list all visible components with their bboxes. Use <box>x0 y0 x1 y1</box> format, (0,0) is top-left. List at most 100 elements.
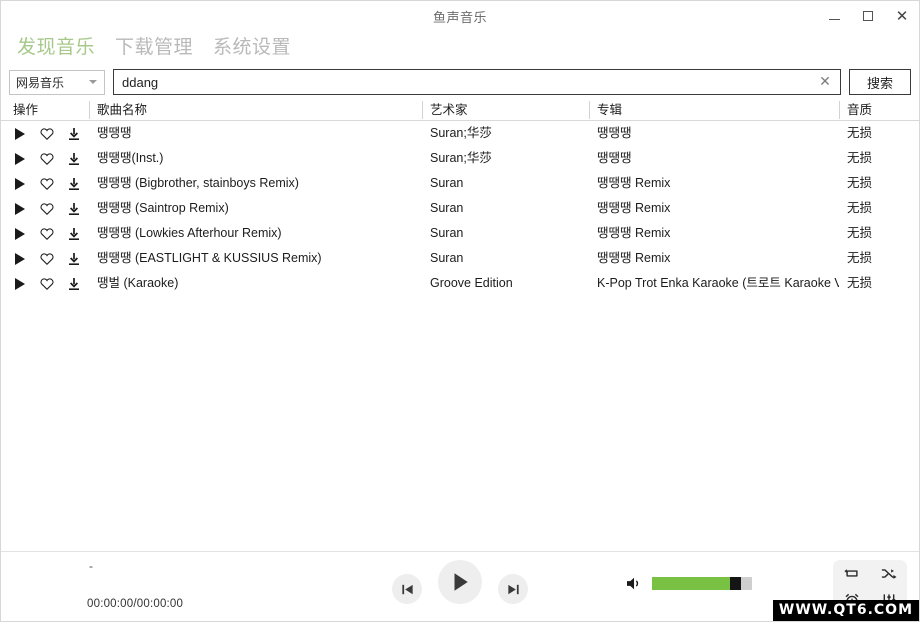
cell-album: 땡땡땡 Remix <box>597 201 671 215</box>
cell-title: 땡벌 (Karaoke) <box>97 276 179 290</box>
results-table: 操作 歌曲名称 艺术家 专辑 音质 땡땡땡 Suran;华莎 땡땡땡 无损 땡땡… <box>1 99 919 551</box>
maximize-icon <box>863 11 873 21</box>
shuffle-button[interactable] <box>875 562 903 586</box>
row-actions <box>13 221 81 246</box>
cell-title: 땡땡땡 (Bigbrother, stainboys Remix) <box>97 176 299 190</box>
window-title: 鱼声音乐 <box>432 9 487 25</box>
download-icon[interactable] <box>67 127 81 141</box>
volume-fill <box>652 577 730 590</box>
source-select-value: 网易音乐 <box>16 75 65 90</box>
table-header-row: 操作 歌曲名称 艺术家 专辑 音质 <box>1 99 919 121</box>
favorite-heart-icon[interactable] <box>40 202 54 216</box>
favorite-heart-icon[interactable] <box>40 177 54 191</box>
cell-quality: 无损 <box>847 151 873 165</box>
download-icon[interactable] <box>67 227 81 241</box>
favorite-heart-icon[interactable] <box>40 227 54 241</box>
table-row[interactable]: 땡땡땡 Suran;华莎 땡땡땡 无损 <box>1 121 919 146</box>
title-bar: 鱼声音乐 ✕ <box>1 1 919 31</box>
table-row[interactable]: 땡땡땡(Inst.) Suran;华莎 땡땡땡 无损 <box>1 146 919 171</box>
cell-quality: 无损 <box>847 201 873 215</box>
favorite-heart-icon[interactable] <box>40 152 54 166</box>
cell-quality: 无损 <box>847 126 873 140</box>
cell-title: 땡땡땡(Inst.) <box>97 151 164 165</box>
close-button[interactable]: ✕ <box>885 1 919 31</box>
source-select[interactable]: 网易音乐 <box>9 69 105 95</box>
table-row[interactable]: 땡땡땡 (Lowkies Afterhour Remix) Suran 땡땡땡 … <box>1 221 919 246</box>
volume-handle[interactable] <box>730 577 741 590</box>
table-row[interactable]: 땡땡땡 (EASTLIGHT & KUSSIUS Remix) Suran 땡땡… <box>1 246 919 271</box>
window-controls: ✕ <box>817 1 919 31</box>
cell-album: 땡땡땡 Remix <box>597 251 671 265</box>
volume-slider[interactable] <box>652 577 752 590</box>
minimize-icon <box>828 18 840 20</box>
play-icon[interactable] <box>13 202 27 216</box>
transport-controls <box>1 560 919 604</box>
cell-album: 땡땡땡 <box>597 126 632 140</box>
play-icon[interactable] <box>13 252 27 266</box>
column-header-album: 专辑 <box>597 103 623 117</box>
shuffle-icon <box>881 569 896 579</box>
column-header-artist: 艺术家 <box>430 103 468 117</box>
repeat-button[interactable] <box>838 562 866 586</box>
app-window: 鱼声音乐 ✕ 发现音乐 下载管理 系统设置 网易音乐 ✕ 搜索 <box>0 0 920 622</box>
table-row[interactable]: 땡땡땡 (Bigbrother, stainboys Remix) Suran … <box>1 171 919 196</box>
volume-icon[interactable] <box>626 576 643 591</box>
cell-title: 땡땡땡 (Lowkies Afterhour Remix) <box>97 226 282 240</box>
nav-item-downloads[interactable]: 下载管理 <box>107 37 201 59</box>
cell-album: 땡땡땡 Remix <box>597 176 671 190</box>
play-icon[interactable] <box>13 277 27 291</box>
column-header-actions: 操作 <box>13 103 39 117</box>
table-body: 땡땡땡 Suran;华莎 땡땡땡 无损 땡땡땡(Inst.) Suran;华莎 … <box>1 121 919 296</box>
volume-control <box>626 576 752 591</box>
download-icon[interactable] <box>67 277 81 291</box>
close-icon: ✕ <box>895 6 909 25</box>
play-icon[interactable] <box>13 152 27 166</box>
cell-album: K-Pop Trot Enka Karaoke (트로트 Karaoke Ver… <box>597 276 839 290</box>
nav-item-settings[interactable]: 系统设置 <box>205 37 299 59</box>
favorite-heart-icon[interactable] <box>40 252 54 266</box>
clear-icon[interactable]: ✕ <box>814 71 836 93</box>
cell-album: 땡땡땡 <box>597 151 632 165</box>
cell-artist: Suran;华莎 <box>430 151 492 165</box>
download-icon[interactable] <box>67 252 81 266</box>
favorite-heart-icon[interactable] <box>40 277 54 291</box>
cell-title: 땡땡땡 (Saintrop Remix) <box>97 201 229 215</box>
download-icon[interactable] <box>67 152 81 166</box>
row-actions <box>13 271 81 296</box>
play-icon[interactable] <box>13 127 27 141</box>
next-button[interactable] <box>498 574 528 604</box>
row-actions <box>13 196 81 221</box>
cell-quality: 无损 <box>847 226 873 240</box>
cell-quality: 无损 <box>847 276 873 290</box>
search-input-wrap: ✕ <box>113 69 841 95</box>
cell-artist: Suran <box>430 226 464 240</box>
repeat-icon <box>843 569 858 577</box>
download-icon[interactable] <box>67 202 81 216</box>
play-button[interactable] <box>438 560 482 604</box>
minimize-button[interactable] <box>817 1 851 31</box>
cell-album: 땡땡땡 Remix <box>597 226 671 240</box>
play-icon <box>454 573 468 591</box>
nav-item-discover[interactable]: 发现音乐 <box>9 37 103 59</box>
player-bar: - 00:00:00/00:00:00 WWW.QT6.COM <box>1 551 919 621</box>
maximize-button[interactable] <box>851 1 885 31</box>
search-button[interactable]: 搜索 <box>849 69 911 95</box>
cell-artist: Groove Edition <box>430 276 513 290</box>
cell-title: 땡땡땡 (EASTLIGHT & KUSSIUS Remix) <box>97 251 322 265</box>
row-actions <box>13 146 81 171</box>
play-icon[interactable] <box>13 177 27 191</box>
search-input[interactable] <box>122 71 814 93</box>
cell-quality: 无损 <box>847 251 873 265</box>
download-icon[interactable] <box>67 177 81 191</box>
previous-button[interactable] <box>392 574 422 604</box>
cell-artist: Suran <box>430 251 464 265</box>
favorite-heart-icon[interactable] <box>40 127 54 141</box>
table-row[interactable]: 땡벌 (Karaoke) Groove Edition K-Pop Trot E… <box>1 271 919 296</box>
column-header-title: 歌曲名称 <box>97 103 148 117</box>
table-row[interactable]: 땡땡땡 (Saintrop Remix) Suran 땡땡땡 Remix 无损 <box>1 196 919 221</box>
row-actions <box>13 121 81 146</box>
cell-title: 땡땡땡 <box>97 126 132 140</box>
chevron-down-icon <box>89 80 97 84</box>
play-icon[interactable] <box>13 227 27 241</box>
main-nav: 发现音乐 下载管理 系统设置 <box>1 31 919 65</box>
